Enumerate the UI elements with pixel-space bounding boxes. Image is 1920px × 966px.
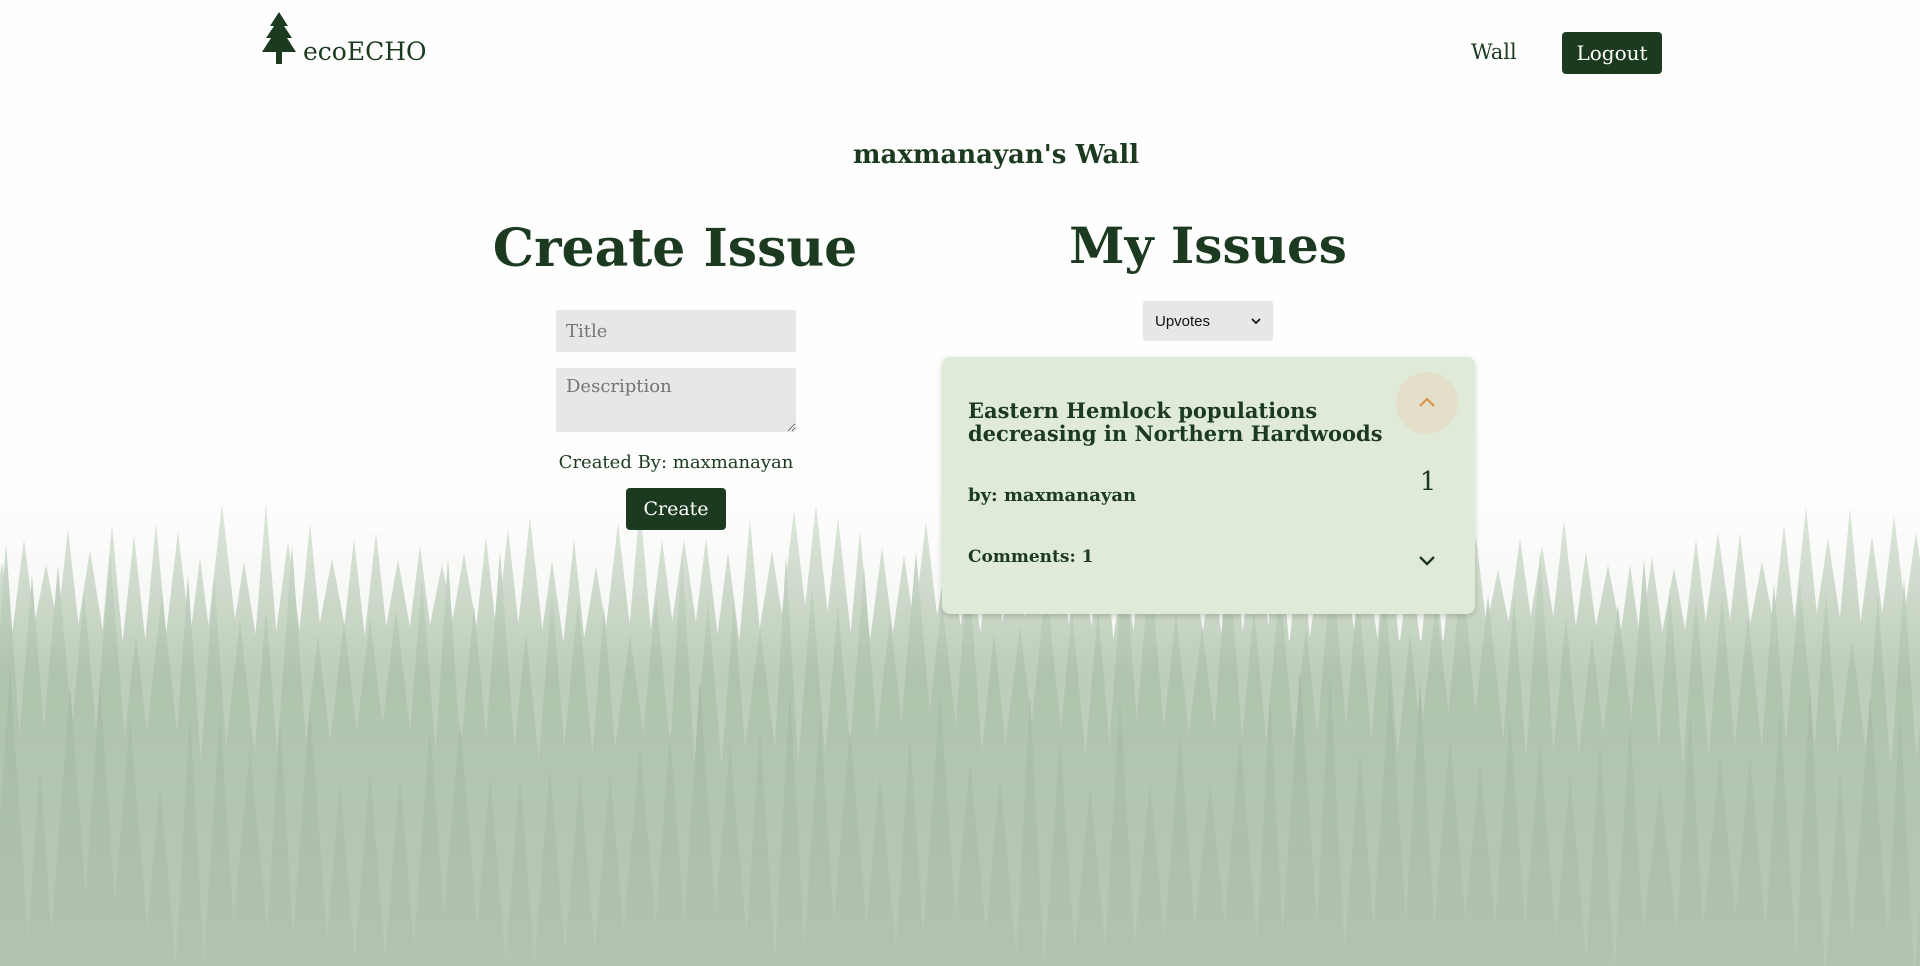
title-input[interactable] [556,310,796,352]
caret-down-icon [1251,317,1261,324]
chevron-up-icon [1419,397,1435,407]
issue-title: Eastern Hemlock populations decreasing i… [968,398,1383,446]
sort-select-value: Upvotes [1155,312,1211,330]
sort-select[interactable]: Upvotes [1143,301,1273,341]
chevron-down-icon[interactable] [1418,555,1436,567]
vote-count: 1 [1419,467,1437,497]
logo-link[interactable]: ecoECHO [258,12,427,66]
nav-wall-link[interactable]: Wall [1471,40,1517,64]
wall-title-text: maxmanayan's Wall [852,140,1139,170]
issue-author: by: maxmanayan [968,485,1137,506]
comments-count: Comments: 1 [968,547,1094,567]
upvote-button[interactable] [1396,372,1458,434]
create-button[interactable]: Create [626,488,726,530]
pine-tree-icon [262,12,296,64]
page-content: ecoECHO Wall Logout maxmanayan's Wall Cr… [0,0,1920,966]
description-textarea[interactable] [556,368,796,432]
wall-title: maxmanayan's Wall [0,140,1920,170]
issue-card[interactable]: Eastern Hemlock populations decreasing i… [942,357,1475,614]
logo-text: ecoECHO [303,37,427,66]
created-by-label: Created By: maxmanayan [558,452,794,473]
create-issue-heading: Create Issue [492,218,858,279]
logout-button[interactable]: Logout [1562,32,1662,74]
my-issues-heading: My Issues [1069,216,1347,275]
